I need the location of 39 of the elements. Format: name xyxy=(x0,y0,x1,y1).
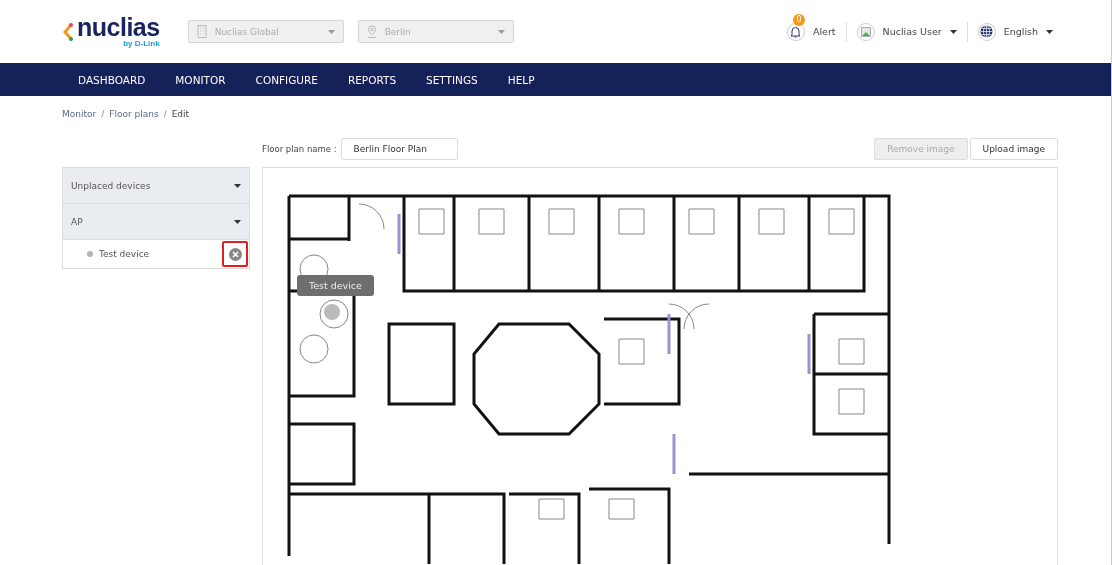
field-label: Floor plan name : xyxy=(262,143,337,154)
breadcrumb-separator: / xyxy=(101,109,105,119)
accordion-header[interactable]: AP xyxy=(63,204,249,240)
device-tooltip: Test device xyxy=(297,275,374,296)
remove-button[interactable] xyxy=(222,241,248,267)
alert-label[interactable]: Alert xyxy=(813,26,836,37)
caret-icon xyxy=(234,183,241,188)
avatar-icon[interactable] xyxy=(856,22,875,41)
caret-icon xyxy=(497,29,505,34)
close-icon xyxy=(228,247,242,261)
globe-icon[interactable] xyxy=(977,22,996,41)
logo-tagline: by D-Link xyxy=(123,39,160,48)
caret-icon xyxy=(949,29,957,34)
breadcrumb-link[interactable]: Monitor xyxy=(62,109,97,119)
bell-icon[interactable] xyxy=(787,22,805,41)
logo-wordmark: nuclias xyxy=(77,15,160,39)
nav-link[interactable]: CONFIGURE xyxy=(255,73,318,86)
language-select[interactable]: English xyxy=(1003,26,1038,37)
device-marker[interactable] xyxy=(324,304,340,320)
logo-chevron-icon xyxy=(62,22,74,41)
user-name[interactable]: Nuclias User xyxy=(882,26,942,37)
location-pin-icon xyxy=(366,25,377,38)
caret-icon xyxy=(327,29,335,34)
image-button[interactable]: Upload image xyxy=(969,137,1058,160)
nav-link[interactable]: MONITOR xyxy=(175,73,226,86)
breadcrumb-link[interactable]: Floor plans xyxy=(109,109,159,119)
caret-icon xyxy=(1046,29,1053,34)
nav-link[interactable]: HELP xyxy=(507,73,535,86)
accordion-header[interactable]: Unplaced devices xyxy=(63,168,249,204)
nav-link[interactable]: SETTINGS xyxy=(426,73,478,86)
breadcrumb-current: Edit xyxy=(171,109,190,119)
building-icon xyxy=(196,25,207,38)
nav-link[interactable]: DASHBOARD xyxy=(78,73,146,86)
device-name[interactable]: Test device xyxy=(99,249,150,259)
floor-plan-name-field[interactable]: Berlin Floor Plan xyxy=(340,137,458,160)
nav-link[interactable]: REPORTS xyxy=(347,73,397,86)
caret-icon xyxy=(234,219,241,224)
alert-count-badge: 0 xyxy=(793,13,805,26)
breadcrumb-separator: / xyxy=(163,109,167,119)
